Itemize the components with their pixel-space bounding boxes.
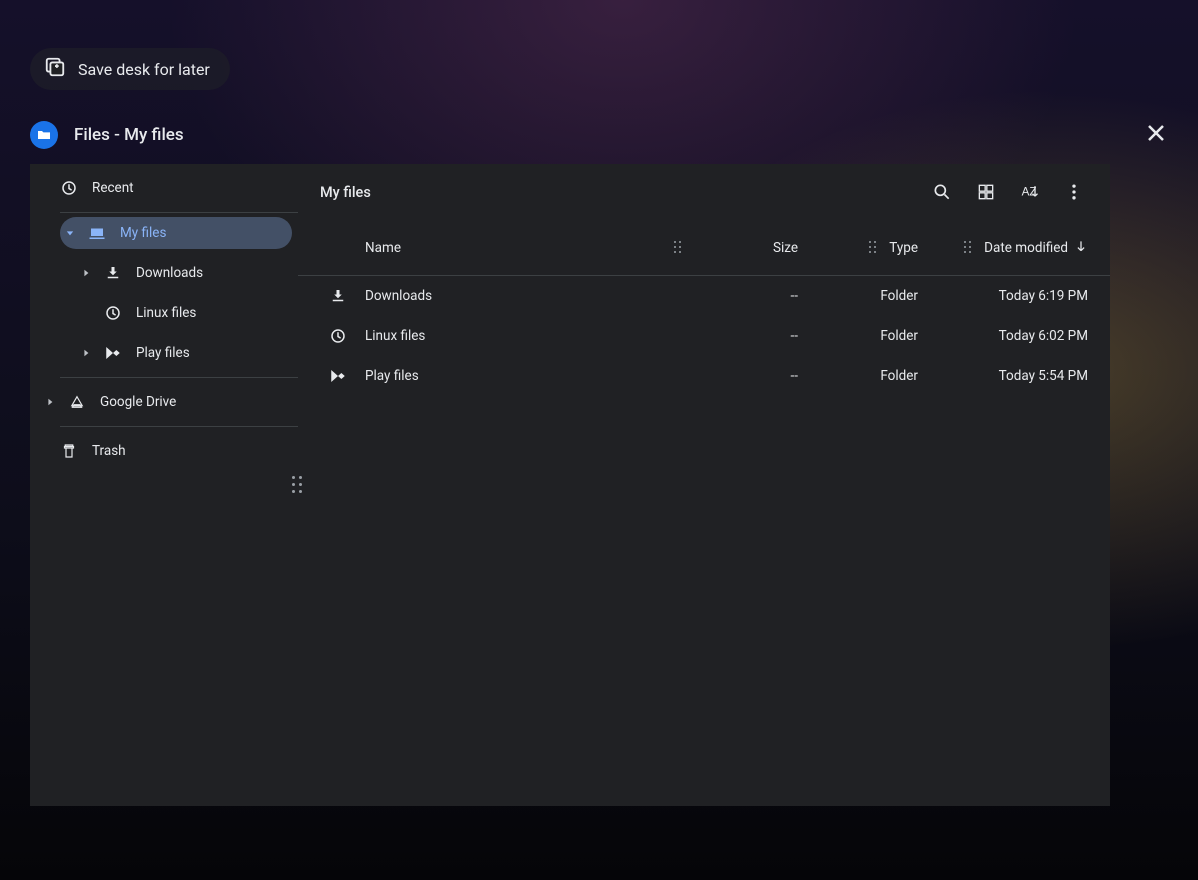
file-type-icon [310,367,365,385]
play-store-icon [104,344,122,362]
sidebar-item-label: My files [120,225,166,241]
sidebar-item-google-drive[interactable]: Google Drive [30,382,298,422]
sidebar-item-label: Google Drive [100,394,176,410]
main-pane: My files Name Size Type [298,164,1110,806]
sidebar-divider [60,426,298,427]
sidebar-item-label: Linux files [136,305,196,321]
caret-right-icon [82,349,90,357]
sidebar-resize-handle[interactable] [288,476,306,494]
clock-icon [60,179,78,197]
file-size: -- [688,368,798,384]
sidebar-item-linux-files[interactable]: Linux files [30,293,298,333]
sidebar-item-trash[interactable]: Trash [30,431,298,471]
sort-descending-icon [1074,239,1088,257]
sidebar-item-label: Play files [136,345,190,361]
sidebar-divider [60,212,298,213]
file-type: Folder [798,328,918,344]
table-row[interactable]: Linux files--FolderToday 6:02 PM [298,316,1110,356]
file-name: Linux files [365,328,688,344]
column-resize-handle-icon[interactable] [964,241,974,254]
files-app-window: Recent My files Downloads Linux files [30,164,1110,806]
caret-down-icon [66,229,74,237]
column-header-label: Name [365,240,401,256]
column-header-label: Date modified [984,240,1068,256]
file-type-icon [310,287,365,305]
file-date-modified: Today 6:02 PM [918,328,1088,344]
table-row[interactable]: Play files--FolderToday 5:54 PM [298,356,1110,396]
file-size: -- [688,288,798,304]
linux-icon [104,304,122,322]
column-resize-handle-icon[interactable] [674,241,684,254]
google-drive-icon [68,393,86,411]
sidebar-item-label: Trash [92,443,126,459]
column-resize-handle-icon[interactable] [869,241,879,254]
laptop-icon [88,224,106,242]
caret-right-icon [46,398,54,406]
file-name: Downloads [365,288,688,304]
file-size: -- [688,328,798,344]
column-header-row: Name Size Type Date modified [298,220,1110,276]
file-name: Play files [365,368,688,384]
trash-icon [60,442,78,460]
caret-right-icon [82,269,90,277]
file-date-modified: Today 5:54 PM [918,368,1088,384]
file-type: Folder [798,288,918,304]
save-desk-label: Save desk for later [78,60,210,79]
save-desk-icon [44,56,66,82]
sidebar-item-my-files[interactable]: My files [60,217,292,249]
table-row[interactable]: Downloads--FolderToday 6:19 PM [298,276,1110,316]
view-toggle-button[interactable] [966,172,1006,212]
column-header-date-modified[interactable]: Date modified [918,239,1088,257]
breadcrumb: My files [320,184,918,201]
sort-button[interactable] [1010,172,1050,212]
file-type: Folder [798,368,918,384]
sidebar: Recent My files Downloads Linux files [30,164,298,806]
download-icon [104,264,122,282]
more-options-button[interactable] [1054,172,1094,212]
column-header-label: Size [773,240,798,256]
file-type-icon [310,327,365,345]
sidebar-item-play-files[interactable]: Play files [30,333,298,373]
window-close-button[interactable] [1144,121,1168,149]
column-header-size[interactable]: Size [688,240,798,256]
sidebar-item-recent[interactable]: Recent [30,168,298,208]
sidebar-item-label: Downloads [136,265,203,281]
file-date-modified: Today 6:19 PM [918,288,1088,304]
column-header-name[interactable]: Name [365,240,688,256]
app-icon [30,121,58,149]
save-desk-button[interactable]: Save desk for later [30,48,230,90]
search-button[interactable] [922,172,962,212]
sidebar-item-label: Recent [92,180,134,196]
sidebar-item-downloads[interactable]: Downloads [30,253,298,293]
column-header-label: Type [889,240,918,256]
toolbar: My files [298,164,1110,220]
column-header-type[interactable]: Type [798,240,918,256]
window-title: Files - My files [74,125,184,145]
sidebar-divider [60,377,298,378]
